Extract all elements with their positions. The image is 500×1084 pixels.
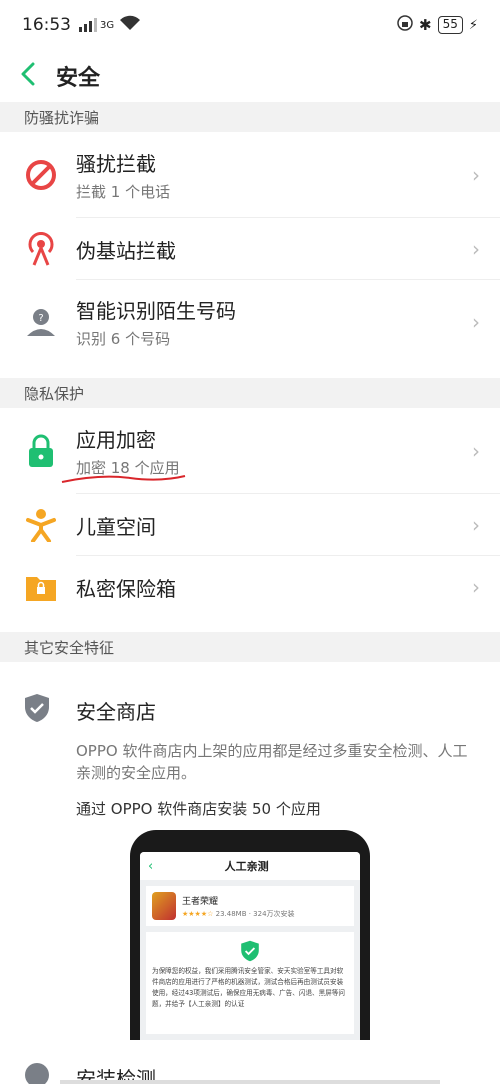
- lock-rotation-icon: [397, 15, 413, 35]
- app-meta: 23.48MB · 324万次安装: [215, 909, 295, 918]
- row-private-vault[interactable]: 私密保险箱 ›: [0, 556, 500, 618]
- security-store-block: 安全商店 OPPO 软件商店内上架的应用都是经过多重安全检测、人工亲测的安全应用…: [0, 690, 500, 819]
- battery-indicator: 55: [437, 16, 463, 34]
- row-smart-identify[interactable]: ? 智能识别陌生号码 识别 6 个号码 ›: [0, 280, 500, 364]
- back-arrow-icon[interactable]: [20, 60, 56, 93]
- phone-illustration: ‹ 人工亲测 王者荣耀 ★★★★☆ 23.48MB · 324万次安装 为保障您…: [130, 830, 370, 1040]
- row-kids-space[interactable]: 儿童空间 ›: [0, 494, 500, 556]
- row-title: 应用加密: [76, 428, 156, 452]
- row-title: 智能识别陌生号码: [76, 299, 236, 323]
- test-note: 为保障您的权益，我们采用腾讯安全管家、安天实验室等工具对软件商店的应用进行了严格…: [146, 932, 354, 1034]
- section-other-security: 其它安全特征: [0, 632, 500, 662]
- chevron-right-icon: ›: [472, 439, 480, 463]
- app-card: 王者荣耀 ★★★★☆ 23.48MB · 324万次安装: [146, 886, 354, 926]
- red-underline-annotation: [61, 475, 186, 483]
- chevron-right-icon: ›: [472, 237, 480, 261]
- section-anti-harassment: 防骚扰诈骗: [0, 102, 500, 132]
- row-fake-base-station[interactable]: 伪基站拦截 ›: [0, 218, 500, 280]
- app-name: 王者荣耀: [182, 896, 219, 907]
- unknown-person-icon: ?: [24, 305, 58, 339]
- row-subtitle: 拦截 1 个电话: [76, 183, 171, 201]
- child-icon: [24, 508, 58, 542]
- chevron-right-icon: ›: [472, 310, 480, 334]
- store-install-count: 通过 OPPO 软件商店安装 50 个应用: [76, 800, 321, 818]
- antenna-icon: [24, 232, 58, 266]
- status-time: 16:53: [22, 15, 71, 35]
- row-title: 伪基站拦截: [76, 238, 176, 263]
- status-bar: 16:53 3G ✱ 55 ⚡: [0, 0, 500, 50]
- app-header: 安全: [0, 50, 500, 102]
- wifi-icon: [120, 15, 141, 36]
- store-description: OPPO 软件商店内上架的应用都是经过多重安全检测、人工亲测的安全应用。: [76, 742, 468, 782]
- note-text: 为保障您的权益，我们采用腾讯安全管家、安天实验室等工具对软件商店的应用进行了严格…: [152, 967, 346, 1008]
- chevron-right-icon: ›: [472, 163, 480, 187]
- bluetooth-icon: ✱: [419, 16, 432, 34]
- phone-title: 人工亲测: [224, 860, 269, 873]
- shield-check-icon: [24, 693, 58, 727]
- status-right: ✱ 55 ⚡: [397, 15, 478, 35]
- chevron-right-icon: ›: [472, 513, 480, 537]
- lock-icon: [24, 434, 58, 468]
- chevron-right-icon: ›: [472, 575, 480, 599]
- network-type: 3G: [100, 19, 115, 31]
- row-title: 骚扰拦截: [76, 152, 156, 176]
- nav-gesture-bar: [60, 1080, 440, 1084]
- block-icon: [24, 158, 58, 192]
- row-harass-block[interactable]: 骚扰拦截 拦截 1 个电话 ›: [0, 132, 500, 218]
- phone-header: ‹ 人工亲测: [140, 852, 360, 880]
- row-title: 儿童空间: [76, 514, 156, 539]
- section-privacy: 隐私保护: [0, 378, 500, 408]
- svg-text:?: ?: [38, 313, 43, 324]
- install-check-icon: [24, 1062, 58, 1084]
- charging-icon: ⚡: [468, 17, 478, 33]
- page-title: 安全: [56, 66, 101, 91]
- row-subtitle: 识别 6 个号码: [76, 330, 171, 348]
- phone-screen: ‹ 人工亲测 王者荣耀 ★★★★☆ 23.48MB · 324万次安装 为保障您…: [140, 852, 360, 1040]
- rating-stars: ★★★★☆: [182, 909, 214, 918]
- signal-icon: 3G: [79, 18, 114, 32]
- row-title: 私密保险箱: [76, 576, 176, 601]
- game-app-icon: [152, 892, 176, 920]
- store-title: 安全商店: [76, 699, 156, 724]
- shield-check-icon: [152, 940, 348, 962]
- folder-lock-icon: [24, 570, 58, 604]
